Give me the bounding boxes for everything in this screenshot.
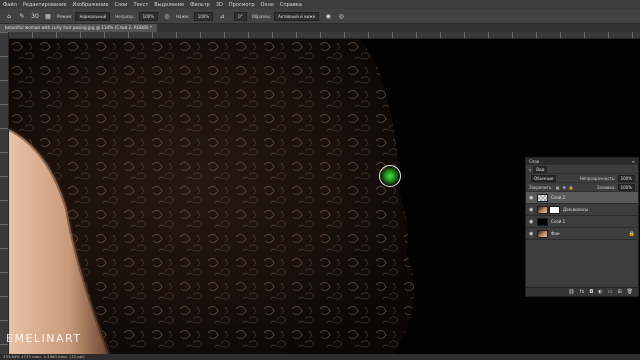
blend-mode-select[interactable]: Обычные [531, 174, 557, 182]
layers-panel-title[interactable]: Слои [529, 158, 539, 165]
ruler-vertical[interactable] [0, 32, 9, 354]
layer-opacity-field[interactable]: 100% [617, 174, 635, 182]
opacity-control: Непрозр.: 100% [115, 11, 158, 21]
menu-edit[interactable]: Редактирование [20, 2, 70, 8]
layers-panel-footer: ⛓ fx ◘ ◐ ▭ ⊞ 🗑 [526, 287, 638, 296]
lock-icon: 🔒 [628, 230, 635, 237]
status-bar: 133,84% 4733 пикс. x 4960 пикс. (72 ppi) [0, 354, 640, 360]
group-icon[interactable]: ▭ [608, 289, 613, 295]
link-icon[interactable]: ⛓ [568, 289, 574, 295]
layer-thumbnail [537, 229, 548, 238]
layer-mask-thumbnail[interactable] [549, 205, 560, 214]
menu-3d[interactable]: 3D [213, 2, 226, 8]
menu-layers[interactable]: Слои [111, 2, 130, 8]
layer-thumbnail [537, 205, 548, 214]
layer-filter-select[interactable]: Вид [533, 165, 548, 173]
opacity-label: Непрозр.: [115, 13, 136, 19]
brush-size[interactable]: 30 [31, 12, 39, 20]
sample-control: Образец: Активный и ниже [251, 11, 320, 21]
fill-field[interactable]: 100% [617, 183, 635, 191]
search-icon: ⌕ [529, 166, 532, 172]
options-bar: ⌂ ✎ 30 ▦ Режим: Нормальный Непрозр.: 100… [0, 9, 640, 24]
add-mask-icon[interactable]: ◘ [589, 289, 593, 295]
home-icon[interactable]: ⌂ [5, 12, 13, 20]
layer-thumbnail [537, 217, 548, 226]
document-tab[interactable]: beautiful woman with curly hair posing.j… [0, 24, 157, 32]
pressure-size-icon[interactable]: ◎ [337, 12, 345, 20]
mode-label: Режим: [57, 13, 73, 19]
menu-select[interactable]: Выделение [151, 2, 187, 8]
menu-window[interactable]: Окно [258, 2, 277, 8]
blend-row: Обычные Непрозрачность: 100% [526, 174, 638, 183]
opacity-field[interactable]: 100% [138, 11, 158, 21]
flow-field[interactable]: 100% [193, 11, 214, 21]
layer-name[interactable]: Фон [551, 231, 560, 236]
layer-name[interactable]: Дом.волосы [563, 207, 588, 212]
menu-file[interactable]: Файл [0, 2, 20, 8]
lock-position-icon[interactable]: ✥ [562, 185, 565, 190]
layer-row[interactable]: ◉ Дом.волосы [526, 204, 638, 216]
ruler-horizontal[interactable] [8, 32, 640, 39]
eye-icon[interactable]: ◉ [529, 207, 535, 213]
ignore-adjustment-icon[interactable]: ◉ [324, 12, 332, 20]
airbrush-icon[interactable]: ⊿ [218, 12, 226, 20]
eye-icon[interactable]: ◉ [529, 219, 535, 225]
brush-cursor [379, 165, 401, 187]
menu-view[interactable]: Просмотр [226, 2, 258, 8]
brush-icon[interactable]: ✎ [18, 12, 26, 20]
angle-field[interactable]: 0° [234, 11, 247, 21]
layer-name[interactable]: Слой 2 [551, 195, 565, 200]
layer-row[interactable]: ◉ Слой 1 [526, 216, 638, 228]
eye-icon[interactable]: ◉ [529, 195, 535, 201]
menu-filter[interactable]: Фильтр [187, 2, 213, 8]
adjustment-icon[interactable]: ◐ [598, 289, 602, 295]
new-layer-icon[interactable]: ⊞ [617, 289, 621, 295]
document-tab-bar: beautiful woman with curly hair posing.j… [0, 24, 640, 32]
menu-help[interactable]: Справка [277, 2, 305, 8]
watermark: EMELINART [6, 332, 82, 345]
flow-control: Нажм.: 100% [176, 11, 214, 21]
panel-menu-icon[interactable]: ≡ [632, 158, 635, 165]
menu-type[interactable]: Текст [130, 2, 151, 8]
eye-icon[interactable]: ◉ [529, 231, 535, 237]
lock-row: Закрепить: ▦ ✥ 🔒 Заливка: 100% [526, 183, 638, 192]
angle-control: 0° [231, 11, 247, 21]
sample-select[interactable]: Активный и ниже [273, 11, 320, 21]
sample-label: Образец: [251, 13, 271, 19]
layers-panel-header: Слои ≡ [526, 158, 638, 165]
fill-label: Заливка: [596, 184, 616, 190]
mode-control: Режим: Нормальный [57, 11, 111, 21]
brush-settings-icon[interactable]: ▦ [44, 12, 52, 20]
flow-label: Нажм.: [176, 13, 191, 19]
mode-select[interactable]: Нормальный [75, 11, 111, 21]
trash-icon[interactable]: 🗑 [627, 289, 633, 295]
fx-icon[interactable]: fx [580, 289, 585, 295]
pressure-opacity-icon[interactable]: ◎ [163, 12, 171, 20]
layer-opacity-label: Непрозрачность: [579, 175, 616, 181]
layer-row[interactable]: ◉ Фон 🔒 [526, 228, 638, 240]
menu-bar: Файл Редактирование Изображение Слои Тек… [0, 0, 640, 9]
layer-thumbnail [537, 193, 548, 202]
lock-all-icon[interactable]: 🔒 [569, 185, 574, 190]
layers-panel: Слои ≡ ⌕ Вид Обычные Непрозрачность: 100… [525, 157, 639, 297]
layer-name[interactable]: Слой 1 [551, 219, 565, 224]
layers-filter-row: ⌕ Вид [526, 165, 638, 174]
menu-image[interactable]: Изображение [69, 2, 111, 8]
lock-pixels-icon[interactable]: ▦ [556, 185, 560, 190]
lock-label: Закрепить: [529, 184, 553, 190]
layer-row[interactable]: ◉ Слой 2 [526, 192, 638, 204]
